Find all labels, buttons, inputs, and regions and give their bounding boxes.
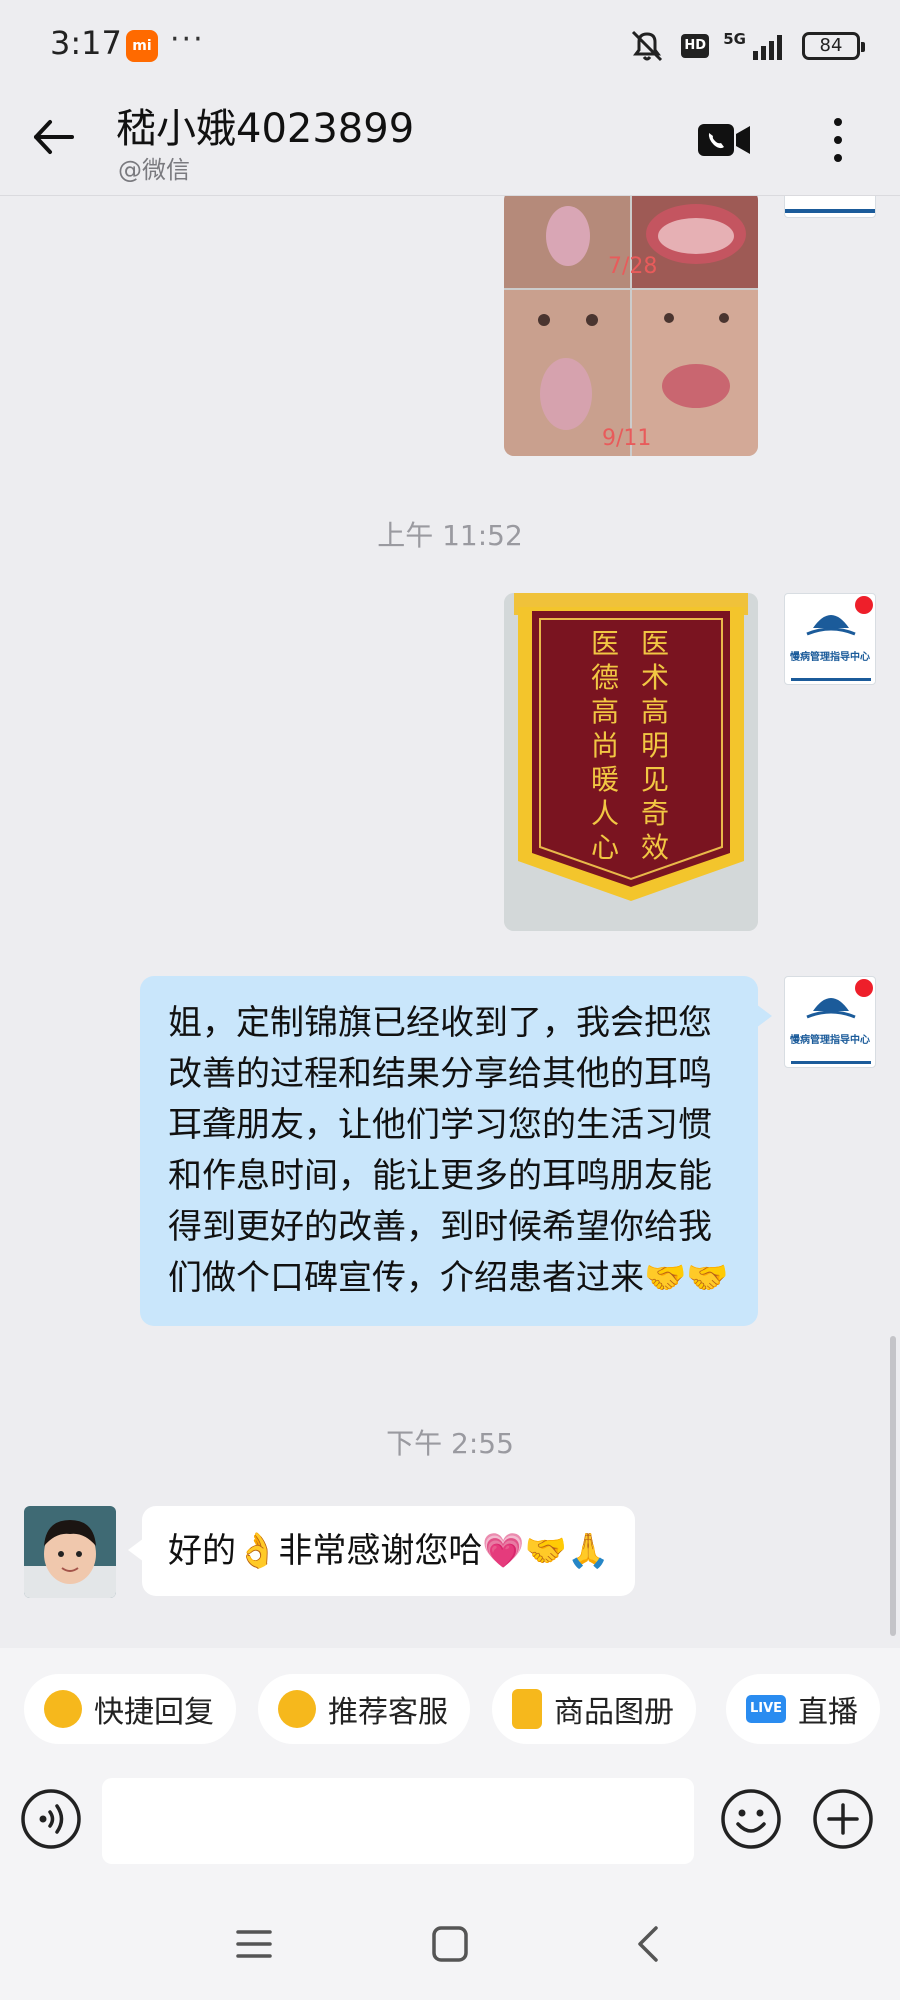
- chip-label: 商品图册: [554, 1695, 674, 1730]
- chat-subtitle: @微信: [118, 156, 190, 184]
- chip-label: 快捷回复: [94, 1695, 214, 1730]
- more-options-icon[interactable]: [820, 112, 856, 168]
- voice-input-icon[interactable]: [20, 1788, 82, 1850]
- catalog-icon: [512, 1689, 542, 1729]
- agent-avatar[interactable]: 慢病管理指导中心: [784, 976, 876, 1068]
- hd-icon: HD: [681, 34, 710, 58]
- incoming-message[interactable]: 好的👌非常感谢您哈💗🤝🙏: [127, 1506, 636, 1596]
- chip-label: 直播: [798, 1695, 858, 1730]
- more-notifications-icon: ···: [170, 22, 205, 57]
- child-photo-avatar: [24, 1506, 116, 1598]
- video-call-icon[interactable]: [696, 120, 752, 160]
- recommend-service-chip[interactable]: 推荐客服: [258, 1674, 470, 1744]
- recent-apps-icon[interactable]: [234, 1924, 274, 1964]
- quick-reply-chip[interactable]: 快捷回复: [24, 1674, 236, 1744]
- chat-header: 嵇小娥4023899 @微信: [0, 90, 900, 196]
- emoji-icon[interactable]: [720, 1788, 782, 1850]
- nav-back-icon[interactable]: [628, 1922, 668, 1966]
- mute-icon: [632, 30, 663, 62]
- photo-message-banner[interactable]: 医术高明见奇效 医德高尚暖人心: [504, 593, 758, 931]
- home-icon[interactable]: [430, 1924, 470, 1964]
- pennant-text-line: 医德高尚暖人心: [590, 627, 619, 864]
- unread-dot: [855, 596, 873, 614]
- catalog-chip[interactable]: 商品图册: [492, 1674, 696, 1744]
- signal-icon: [753, 35, 782, 60]
- service-icon: [278, 1690, 316, 1728]
- agent-avatar-label: 慢病管理指导中心: [790, 1035, 870, 1046]
- chip-label: 推荐客服: [328, 1695, 448, 1730]
- outgoing-message[interactable]: 姐，定制锦旗已经收到了，我会把您改善的过程和结果分享给其他的耳鸣耳聋朋友，让他们…: [140, 976, 772, 1326]
- chat-title: 嵇小娥4023899: [116, 106, 415, 152]
- battery-icon: 84: [802, 32, 865, 60]
- add-attachment-icon[interactable]: [812, 1788, 874, 1850]
- message-timestamp: 下午 2:55: [386, 1427, 514, 1460]
- mi-notification-icon: mi: [126, 30, 158, 62]
- pennant-photo: [504, 593, 758, 931]
- back-arrow-icon[interactable]: [28, 112, 78, 162]
- pennant-text-line: 医术高明见奇效: [640, 627, 669, 864]
- unread-dot: [855, 979, 873, 997]
- message-timestamp: 上午 11:52: [377, 519, 523, 552]
- agent-avatar[interactable]: 慢病管理指导中心: [784, 593, 876, 685]
- scrollbar[interactable]: [890, 1336, 896, 1636]
- system-nav-bar: [0, 1888, 900, 2000]
- message-list[interactable]: 7/28 9/11 上午 11:52 医术高明见奇效 医德高尚暖人心 慢病管理指…: [0, 196, 900, 1648]
- photo-date-label: 9/11: [602, 426, 652, 451]
- agent-avatar-label: 慢病管理指导中心: [790, 652, 870, 663]
- live-chip[interactable]: LIVE 直播: [726, 1674, 880, 1744]
- photo-message-tongue[interactable]: 7/28 9/11: [504, 196, 758, 456]
- network-type: 5G: [723, 30, 746, 48]
- photo-date-label: 7/28: [608, 254, 658, 279]
- status-icons: HD 5G 84: [627, 26, 865, 66]
- input-bar: [0, 1760, 900, 1888]
- status-bar: 3:17 mi ··· HD 5G 84: [0, 0, 900, 90]
- quick-reply-bar: 快捷回复 推荐客服 商品图册 LIVE 直播: [0, 1648, 900, 1760]
- quick-reply-icon: [44, 1690, 82, 1728]
- live-icon: LIVE: [746, 1695, 786, 1723]
- status-time: 3:17: [50, 24, 122, 62]
- agent-avatar[interactable]: [784, 196, 876, 218]
- message-input[interactable]: [102, 1778, 694, 1864]
- contact-avatar[interactable]: [24, 1506, 116, 1598]
- tongue-photo-collage: [504, 196, 758, 456]
- clinic-logo-icon: [785, 209, 875, 213]
